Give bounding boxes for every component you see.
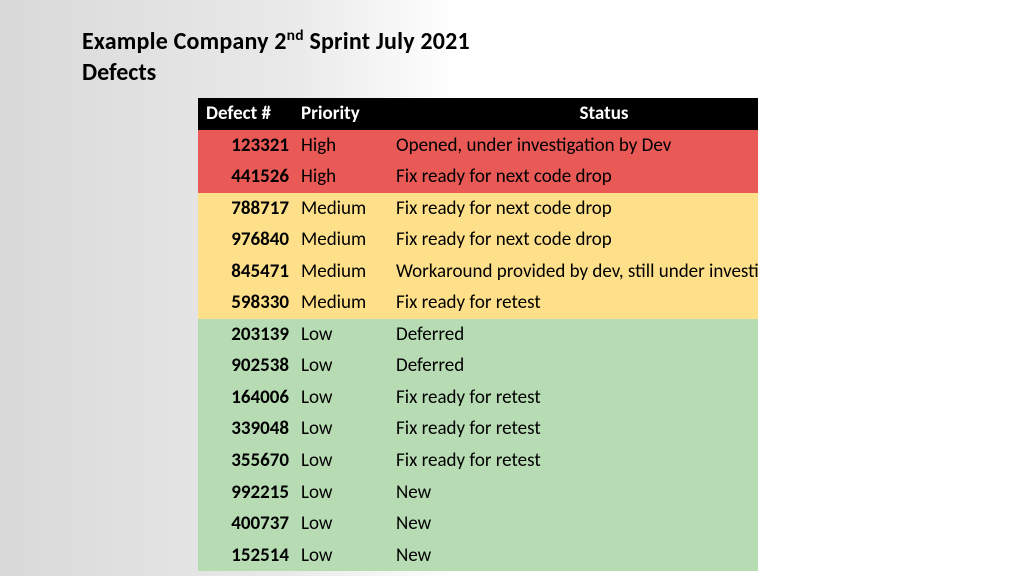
cell-defect: 164006	[198, 382, 293, 414]
col-header-priority: Priority	[293, 98, 388, 130]
cell-status: Fix ready for next code drop	[388, 193, 758, 225]
table-row: 203139LowDeferred	[198, 319, 758, 351]
cell-defect: 902538	[198, 350, 293, 382]
cell-defect: 123321	[198, 130, 293, 162]
cell-status: Fix ready for retest	[388, 413, 758, 445]
table-header-row: Defect # Priority Status	[198, 98, 758, 130]
cell-status: Fix ready for retest	[388, 445, 758, 477]
table-row: 123321HighOpened, under investigation by…	[198, 130, 758, 162]
cell-priority: Medium	[293, 287, 388, 319]
cell-priority: High	[293, 161, 388, 193]
table-row: 992215LowNew	[198, 477, 758, 509]
cell-defect: 992215	[198, 477, 293, 509]
col-header-status: Status	[388, 98, 758, 130]
cell-defect: 203139	[198, 319, 293, 351]
table-row: 598330MediumFix ready for retest	[198, 287, 758, 319]
cell-priority: Medium	[293, 224, 388, 256]
table-row: 164006LowFix ready for retest	[198, 382, 758, 414]
table-row: 152514LowNew	[198, 540, 758, 572]
defects-table-wrap: Defect # Priority Status 123321HighOpene…	[198, 98, 758, 571]
cell-defect: 355670	[198, 445, 293, 477]
table-row: 355670LowFix ready for retest	[198, 445, 758, 477]
cell-status: Deferred	[388, 319, 758, 351]
cell-defect: 788717	[198, 193, 293, 225]
cell-priority: High	[293, 130, 388, 162]
cell-priority: Low	[293, 413, 388, 445]
cell-priority: Medium	[293, 193, 388, 225]
cell-defect: 598330	[198, 287, 293, 319]
cell-priority: Low	[293, 540, 388, 572]
cell-status: Fix ready for next code drop	[388, 161, 758, 193]
cell-defect: 441526	[198, 161, 293, 193]
cell-priority: Low	[293, 477, 388, 509]
table-body: 123321HighOpened, under investigation by…	[198, 130, 758, 572]
title-sup: nd	[287, 26, 304, 45]
cell-defect: 152514	[198, 540, 293, 572]
col-header-defect: Defect #	[198, 98, 293, 130]
defects-table: Defect # Priority Status 123321HighOpene…	[198, 98, 758, 571]
table-row: 339048LowFix ready for retest	[198, 413, 758, 445]
table-row: 976840MediumFix ready for next code drop	[198, 224, 758, 256]
cell-priority: Medium	[293, 256, 388, 288]
cell-status: New	[388, 508, 758, 540]
page-title-line2: Defects	[82, 59, 470, 88]
title-block: Example Company 2nd Sprint July 2021 Def…	[82, 28, 470, 88]
cell-status: New	[388, 477, 758, 509]
table-row: 788717MediumFix ready for next code drop	[198, 193, 758, 225]
cell-status: Fix ready for next code drop	[388, 224, 758, 256]
cell-defect: 976840	[198, 224, 293, 256]
cell-status: Opened, under investigation by Dev	[388, 130, 758, 162]
title-pre: Example Company 2	[82, 27, 287, 56]
table-row: 902538LowDeferred	[198, 350, 758, 382]
cell-priority: Low	[293, 319, 388, 351]
page-title-line1: Example Company 2nd Sprint July 2021	[82, 28, 470, 57]
cell-defect: 400737	[198, 508, 293, 540]
cell-priority: Low	[293, 350, 388, 382]
cell-status: New	[388, 540, 758, 572]
table-row: 441526HighFix ready for next code drop	[198, 161, 758, 193]
cell-priority: Low	[293, 508, 388, 540]
cell-status: Fix ready for retest	[388, 287, 758, 319]
cell-status: Deferred	[388, 350, 758, 382]
slide: Example Company 2nd Sprint July 2021 Def…	[0, 0, 1024, 576]
cell-priority: Low	[293, 445, 388, 477]
table-row: 845471MediumWorkaround provided by dev, …	[198, 256, 758, 288]
cell-status: Fix ready for retest	[388, 382, 758, 414]
cell-status: Workaround provided by dev, still under …	[388, 256, 758, 288]
cell-defect: 339048	[198, 413, 293, 445]
cell-defect: 845471	[198, 256, 293, 288]
table-row: 400737LowNew	[198, 508, 758, 540]
cell-priority: Low	[293, 382, 388, 414]
title-post: Sprint July 2021	[304, 27, 470, 56]
